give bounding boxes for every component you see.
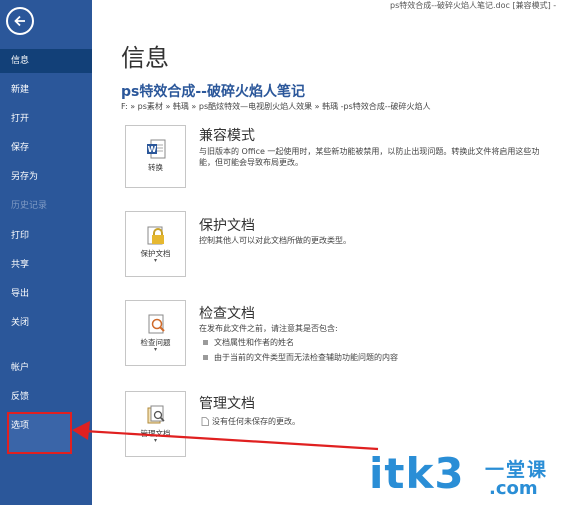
site-watermark: itk3 一堂课 .com xyxy=(369,452,574,502)
annotation-arrow-icon xyxy=(72,421,379,451)
watermark-main: itk3 xyxy=(369,449,465,498)
watermark-domain: .com xyxy=(489,478,538,499)
